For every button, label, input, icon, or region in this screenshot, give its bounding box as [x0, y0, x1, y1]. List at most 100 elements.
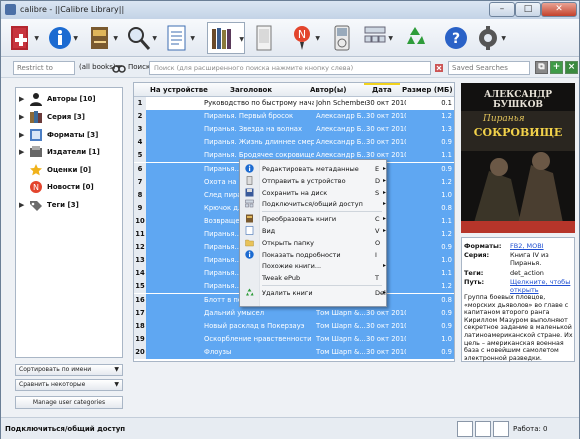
menu-item[interactable]: Преобразовать книги C ▸ — [240, 213, 386, 225]
menu-item[interactable]: Похожие книги... ▸ — [240, 260, 386, 272]
menu-item[interactable]: Отправить в устройство D ▸ — [240, 175, 386, 187]
advanced-search-icon[interactable] — [112, 62, 126, 74]
cell-size: 0.9 — [441, 321, 452, 330]
chevron-down-icon[interactable]: ▼ — [190, 35, 195, 42]
delete-search-button[interactable]: × — [565, 61, 578, 74]
menu-item[interactable]: Tweak ePub T — [240, 272, 386, 284]
search-input[interactable]: Поиск (для расширенного поиска нажмите к… — [149, 61, 431, 75]
maximize-button[interactable]: □ — [515, 2, 541, 17]
add-book-icon — [11, 26, 28, 50]
expand-arrow-icon[interactable]: ▶ — [19, 131, 24, 139]
menu-item-label: Редактировать метаданные — [262, 165, 359, 173]
view-button[interactable]: ▼ — [163, 22, 195, 54]
category-label: Издатели [1] — [47, 148, 100, 156]
chevron-down-icon[interactable]: ▼ — [239, 36, 244, 43]
cell-size: 0.8 — [441, 295, 452, 304]
column-on-device[interactable]: На устройстве — [150, 86, 208, 94]
tag-browser-toggle[interactable] — [475, 421, 491, 437]
close-button[interactable]: ✕ — [541, 2, 577, 17]
match-combo[interactable]: Сравнить некоторые ▼ — [15, 379, 123, 391]
help-button[interactable]: ? — [442, 22, 474, 54]
menu-item[interactable]: Открыть папку O — [240, 237, 386, 249]
menu-item-label: Преобразовать книги — [262, 215, 337, 224]
saved-searches-combo[interactable]: Saved Searches — [448, 61, 530, 75]
cell-title: Пиранья. Звезда на волнах — [204, 125, 302, 134]
chevron-down-icon[interactable]: ▼ — [501, 35, 506, 42]
category-label: Новости [0] — [47, 183, 94, 191]
column-size[interactable]: Размер (МБ) — [402, 86, 453, 94]
column-title[interactable]: Заголовок — [230, 86, 272, 94]
column-authors[interactable]: Автор(ы) — [310, 86, 346, 94]
category-tags[interactable]: ▶ Теги [3] — [19, 198, 123, 214]
info-icon — [245, 249, 254, 259]
chevron-down-icon[interactable]: ▼ — [34, 35, 39, 42]
formats-links[interactable]: FB2, MOBI — [510, 242, 574, 250]
menu-item[interactable]: Сохранить на диск S ▸ — [240, 187, 386, 199]
book-summary: Группа боевых пловцов, «морских дьяволов… — [464, 294, 573, 362]
submenu-arrow-icon: ▸ — [383, 215, 387, 223]
book-cover[interactable]: АЛЕКСАНДР БУШКОВ Пиранья СОКРОВИЩЕ — [461, 83, 575, 233]
search-button[interactable]: ▼ — [125, 22, 157, 54]
category-authors[interactable]: ▶ Авторы [10] — [19, 92, 123, 108]
category-publishers[interactable]: ▶ Издатели [1] — [19, 145, 123, 161]
category-label: Серия [3] — [47, 113, 86, 121]
library-button[interactable]: ▼ — [207, 22, 245, 54]
chevron-down-icon[interactable]: ▼ — [73, 35, 78, 42]
row-number: 11 — [134, 228, 146, 241]
table-row[interactable]: 18 Новый расклад в Покерзауэ Том Шарп &...… — [134, 319, 454, 333]
remove-books-button[interactable] — [401, 22, 433, 54]
menu-item[interactable]: Вид V ▸ — [240, 225, 386, 237]
menu-item[interactable]: Подключиться/общий доступ ▸ — [240, 198, 386, 210]
chevron-down-icon[interactable]: ▼ — [152, 35, 157, 42]
table-row[interactable]: 2 Пиранья. Первый бросок Александр Б... 30 … — [134, 110, 454, 124]
expand-arrow-icon[interactable]: ▶ — [19, 201, 24, 209]
folder-icon — [245, 239, 254, 246]
search-placeholder: Поиск (для расширенного поиска нажмите к… — [154, 64, 354, 72]
cover-view-toggle[interactable] — [457, 421, 473, 437]
send-to-device-button[interactable] — [328, 22, 360, 54]
menu-item[interactable]: Удалить книги Del ▸ — [240, 287, 386, 299]
chevron-down-icon[interactable]: ▼ — [388, 35, 393, 42]
minimize-button[interactable]: – — [489, 2, 515, 17]
menu-item[interactable]: Показать подробности I — [240, 249, 386, 261]
category-formats[interactable]: ▶ Форматы [3] — [19, 128, 123, 144]
convert-icon — [91, 27, 108, 49]
preferences-button[interactable]: ▼ — [474, 22, 506, 54]
category-series[interactable]: ▶ Серия [3] — [19, 110, 123, 126]
convert-books-button[interactable]: ▼ — [86, 22, 118, 54]
row-number: 15 — [134, 280, 146, 294]
chevron-down-icon[interactable]: ▼ — [315, 35, 320, 42]
add-books-button[interactable]: ▼ — [7, 22, 39, 54]
restrict-to-combo[interactable]: Restrict to — [13, 61, 75, 75]
expand-arrow-icon[interactable]: ▶ — [19, 95, 24, 103]
clear-search-icon[interactable] — [434, 62, 444, 73]
chevron-down-icon[interactable]: ▼ — [113, 35, 118, 42]
table-row[interactable]: 4 Пиранья. Жизнь длиннее смерти Александр … — [134, 136, 454, 150]
connect-share-button[interactable]: ▼ — [361, 22, 393, 54]
table-row[interactable]: 3 Пиранья. Звезда на волнах Александр Б...… — [134, 123, 454, 137]
fetch-news-button[interactable]: N ▼ — [288, 22, 320, 54]
manage-categories-button[interactable]: Manage user categories — [15, 396, 123, 409]
sort-by-combo[interactable]: Сортировать по имени ▼ — [15, 364, 123, 376]
tags-label: Теги: — [464, 269, 484, 277]
category-ratings[interactable]: Оценки [0] — [19, 163, 123, 179]
expand-arrow-icon[interactable]: ▶ — [19, 113, 24, 121]
context-menu: Редактировать метаданные E ▸ Отправить в ус… — [239, 159, 387, 307]
cell-author: Александр Б... — [316, 112, 366, 121]
book-details-toggle[interactable] — [493, 421, 509, 437]
table-row[interactable]: 19 Оскорбление нравственности Том Шарп &..… — [134, 332, 454, 346]
jobs-indicator[interactable]: Работа: 0 — [513, 425, 548, 433]
table-row[interactable]: 20 Флоузы Том Шарп &... 30 окт 2010 0.9 — [134, 345, 454, 359]
device-button[interactable] — [250, 22, 282, 54]
edit-metadata-button[interactable]: ▼ — [46, 22, 78, 54]
submenu-arrow-icon: ▸ — [383, 176, 387, 184]
save-search-button[interactable]: + — [550, 61, 563, 74]
column-date[interactable]: Дата — [364, 83, 400, 96]
path-link[interactable]: Щелкните, чтобы открыть — [510, 278, 574, 294]
expand-arrow-icon[interactable]: ▶ — [19, 148, 24, 156]
table-row[interactable]: 17 Дальний умысел Том Шарп &... 30 окт 2010… — [134, 306, 454, 320]
table-row[interactable]: 1 Руководство по быстрому начал...John Sc… — [134, 97, 454, 110]
menu-item[interactable]: Редактировать метаданные E ▸ — [240, 163, 386, 175]
copy-search-button[interactable]: ⧉ — [535, 61, 548, 74]
category-news[interactable]: N Новости [0] — [19, 180, 123, 196]
